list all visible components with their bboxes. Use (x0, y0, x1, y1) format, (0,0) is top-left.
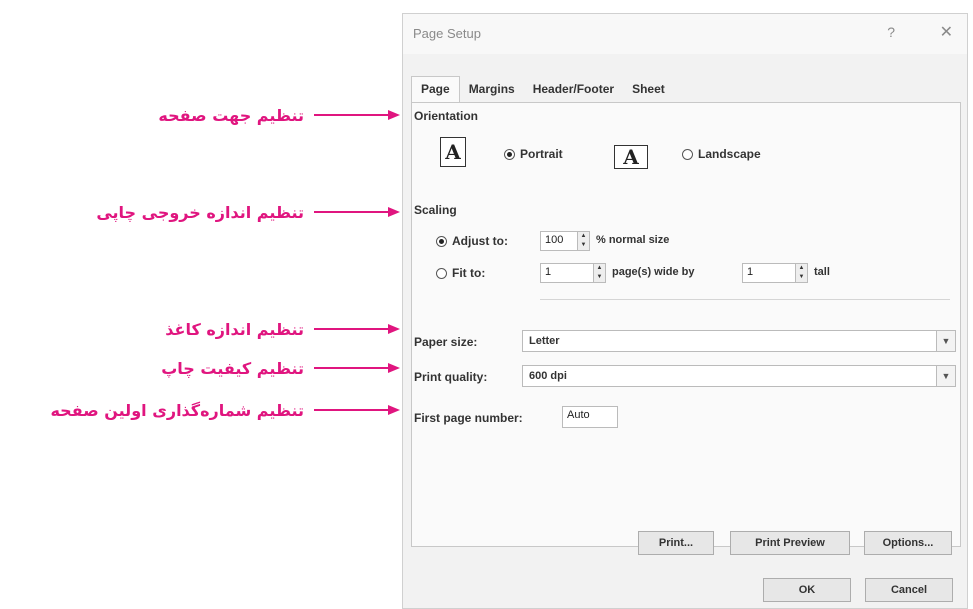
annotation-first-page: تنظیم شماره‌گذاری اولین صفحه (0, 398, 400, 422)
chevron-down-icon[interactable]: ▼ (936, 331, 955, 351)
annotation-text: تنظیم شماره‌گذاری اولین صفحه (50, 400, 304, 420)
annotation-print-quality: تنظیم کیفیت چاپ (0, 356, 400, 380)
fit-wide-value[interactable]: 1 (540, 263, 594, 283)
title-bar: Page Setup ? ✕ (403, 14, 967, 54)
adjust-to-suffix: % normal size (596, 234, 670, 246)
print-quality-select[interactable]: 600 dpi ▼ (522, 365, 956, 387)
annotation-text: تنظیم جهت صفحه (158, 105, 304, 125)
annotation-orientation: تنظیم جهت صفحه (0, 103, 400, 127)
fit-to-option[interactable]: Fit to: (436, 266, 485, 280)
adjust-to-option[interactable]: Adjust to: (436, 234, 508, 248)
arrow-right-icon (314, 324, 400, 334)
close-icon[interactable]: ✕ (940, 22, 953, 42)
page-setup-dialog: Page Setup ? ✕ Page Margins Header/Foote… (402, 13, 968, 609)
ok-button[interactable]: OK (763, 578, 851, 602)
orientation-heading: Orientation (414, 109, 479, 123)
dialog-title: Page Setup (413, 26, 481, 41)
fit-tall-spinner[interactable]: 1 ▲ ▼ (742, 263, 808, 283)
annotation-text: تنظیم اندازه خروجی چاپی (96, 202, 304, 222)
spin-up-icon[interactable]: ▲ (796, 264, 807, 273)
landscape-option[interactable]: Landscape (682, 147, 761, 161)
paper-size-value: Letter (529, 335, 560, 347)
annotation-scaling: تنظیم اندازه خروجی چاپی (0, 200, 400, 224)
print-preview-button[interactable]: Print Preview (730, 531, 850, 555)
spin-up-icon[interactable]: ▲ (594, 264, 605, 273)
adjust-to-value[interactable]: 100 (540, 231, 578, 251)
fit-wide-spin-buttons[interactable]: ▲ ▼ (594, 263, 606, 283)
landscape-page-icon: A (614, 145, 648, 169)
cancel-button[interactable]: Cancel (865, 578, 953, 602)
annotation-paper-size: تنظیم اندازه کاغذ (0, 317, 400, 341)
annotation-text: تنظیم کیفیت چاپ (161, 358, 304, 378)
fit-tall-value[interactable]: 1 (742, 263, 796, 283)
page-tab-panel: Orientation A Portrait A Landscape Scali… (411, 102, 961, 555)
landscape-label: Landscape (698, 147, 761, 161)
print-quality-value: 600 dpi (529, 370, 567, 382)
portrait-option[interactable]: Portrait (504, 147, 563, 161)
adjust-to-spinner[interactable]: 100 ▲ ▼ (540, 231, 590, 251)
portrait-label: Portrait (520, 147, 563, 161)
spin-down-icon[interactable]: ▼ (578, 241, 589, 250)
arrow-right-icon (314, 110, 400, 120)
tab-margins[interactable]: Margins (460, 77, 524, 102)
fit-wide-suffix: page(s) wide by (612, 266, 695, 278)
fit-to-radio[interactable] (436, 267, 447, 279)
fit-tall-suffix: tall (814, 266, 830, 278)
tab-page[interactable]: Page (411, 76, 460, 102)
arrow-right-icon (314, 363, 400, 373)
adjust-to-spin-buttons[interactable]: ▲ ▼ (578, 231, 590, 251)
arrow-right-icon (314, 405, 400, 415)
portrait-radio[interactable] (504, 148, 515, 160)
chevron-down-icon[interactable]: ▼ (936, 366, 955, 386)
adjust-to-label: Adjust to: (452, 234, 508, 248)
paper-size-label: Paper size: (414, 335, 478, 349)
fit-tall-spin-buttons[interactable]: ▲ ▼ (796, 263, 808, 283)
annotation-text: تنظیم اندازه کاغذ (165, 319, 304, 339)
options-button[interactable]: Options... (864, 531, 952, 555)
tab-sheet[interactable]: Sheet (623, 77, 674, 102)
tab-bar: Page Margins Header/Footer Sheet (411, 74, 674, 102)
arrow-right-icon (314, 207, 400, 217)
portrait-page-icon: A (440, 137, 466, 167)
print-button[interactable]: Print... (638, 531, 714, 555)
adjust-to-radio[interactable] (436, 235, 447, 247)
tab-header-footer[interactable]: Header/Footer (524, 77, 623, 102)
first-page-number-input[interactable]: Auto (562, 406, 618, 428)
landscape-radio[interactable] (682, 148, 693, 160)
print-quality-label: Print quality: (414, 370, 488, 384)
fit-wide-spinner[interactable]: 1 ▲ ▼ (540, 263, 606, 283)
paper-size-select[interactable]: Letter ▼ (522, 330, 956, 352)
scaling-divider (540, 299, 950, 300)
spin-down-icon[interactable]: ▼ (594, 273, 605, 282)
spin-down-icon[interactable]: ▼ (796, 273, 807, 282)
first-page-number-label: First page number: (414, 411, 523, 425)
spin-up-icon[interactable]: ▲ (578, 232, 589, 241)
fit-to-label: Fit to: (452, 266, 486, 280)
scaling-heading: Scaling (414, 203, 457, 217)
help-button[interactable]: ? (887, 24, 895, 40)
